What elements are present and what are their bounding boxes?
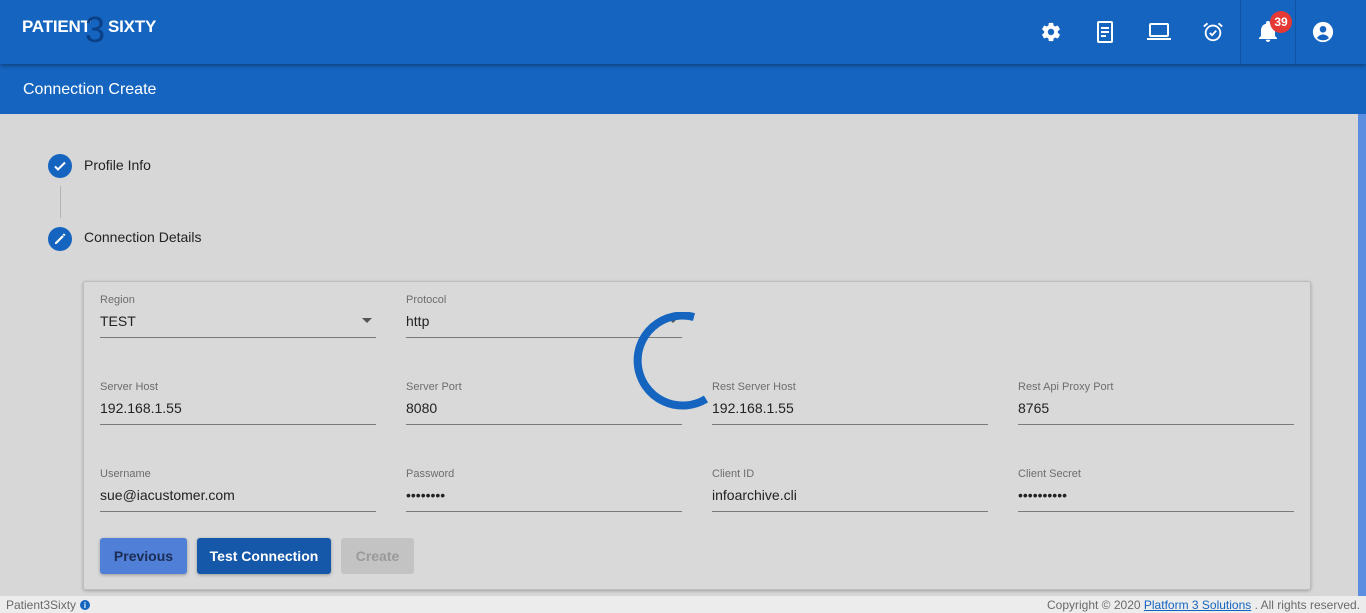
company-link[interactable]: Platform 3 Solutions: [1144, 598, 1251, 612]
server-port-value: 8080: [406, 400, 438, 416]
pencil-icon: [55, 233, 66, 244]
footer-app-info: Patient3Sixty i: [6, 598, 91, 612]
server-host-field[interactable]: Server Host 192.168.1.55: [100, 381, 376, 425]
protocol-value: http: [406, 313, 430, 329]
username-field[interactable]: Username sue@iacustomer.com: [100, 468, 376, 512]
region-select[interactable]: Region TEST: [100, 294, 376, 338]
laptop-icon[interactable]: [1147, 20, 1171, 44]
username-value: sue@iacustomer.com: [100, 487, 235, 503]
client-id-field[interactable]: Client ID infoarchive.cli: [712, 468, 988, 512]
dropdown-arrow-icon: [362, 318, 372, 323]
check-icon: [54, 161, 66, 171]
rest-api-proxy-port-value: 8765: [1018, 400, 1050, 416]
previous-button[interactable]: Previous: [100, 538, 187, 574]
logo-text-3: 3: [85, 9, 105, 50]
notification-count-badge: 39: [1270, 11, 1292, 33]
scrollbar[interactable]: [1358, 114, 1366, 596]
region-label: Region: [100, 294, 135, 306]
password-value: ••••••••: [406, 487, 446, 503]
toolbar-divider: [1240, 0, 1241, 64]
settings-gear-icon[interactable]: [1039, 20, 1063, 44]
client-secret-field[interactable]: Client Secret ••••••••••: [1018, 468, 1294, 512]
logo-text-patient: PATIENT: [22, 17, 91, 36]
rights-text: . All rights reserved.: [1254, 598, 1360, 612]
client-id-value: infoarchive.cli: [712, 487, 797, 503]
step-profile-info-label[interactable]: Profile Info: [84, 157, 151, 173]
rest-api-proxy-port-field[interactable]: Rest Api Proxy Port 8765: [1018, 381, 1294, 425]
toolbar-divider: [1295, 0, 1296, 64]
account-circle-icon[interactable]: [1311, 20, 1335, 44]
rest-api-proxy-port-label: Rest Api Proxy Port: [1018, 381, 1114, 393]
rest-server-host-field[interactable]: Rest Server Host 192.168.1.55: [712, 381, 988, 425]
alarm-clock-icon[interactable]: [1201, 20, 1225, 44]
server-port-label: Server Port: [406, 381, 462, 393]
region-value: TEST: [100, 313, 136, 329]
loading-spinner-icon: [633, 312, 709, 410]
app-logo[interactable]: PATIENT 3 SIXTY: [22, 10, 172, 54]
server-host-value: 192.168.1.55: [100, 400, 182, 416]
server-host-label: Server Host: [100, 381, 159, 393]
client-id-label: Client ID: [712, 468, 755, 480]
footer-app-name: Patient3Sixty: [6, 598, 77, 612]
stepper-connector: [60, 186, 61, 218]
page-header: Connection Create: [0, 64, 1366, 114]
step-profile-info-indicator: [48, 154, 72, 178]
step-connection-details-label[interactable]: Connection Details: [84, 229, 202, 245]
footer-copyright: Copyright © 2020 Platform 3 Solutions . …: [1047, 598, 1360, 612]
step-connection-details-indicator: [48, 227, 72, 251]
top-app-bar: PATIENT 3 SIXTY 39: [0, 0, 1366, 64]
password-label: Password: [406, 468, 455, 480]
info-icon[interactable]: i: [80, 600, 91, 610]
protocol-label: Protocol: [406, 294, 447, 306]
client-secret-value: ••••••••••: [1018, 487, 1068, 503]
page-footer: Patient3Sixty i Copyright © 2020 Platfor…: [0, 596, 1366, 613]
page-title: Connection Create: [23, 81, 157, 98]
create-button: Create: [341, 538, 414, 574]
password-field[interactable]: Password ••••••••: [406, 468, 682, 512]
logo-text-sixty: SIXTY: [108, 17, 157, 36]
client-secret-label: Client Secret: [1018, 468, 1081, 480]
receipt-icon[interactable]: [1093, 20, 1117, 44]
copyright-text: Copyright © 2020: [1046, 598, 1141, 612]
test-connection-button[interactable]: Test Connection: [197, 538, 331, 574]
username-label: Username: [100, 468, 151, 480]
